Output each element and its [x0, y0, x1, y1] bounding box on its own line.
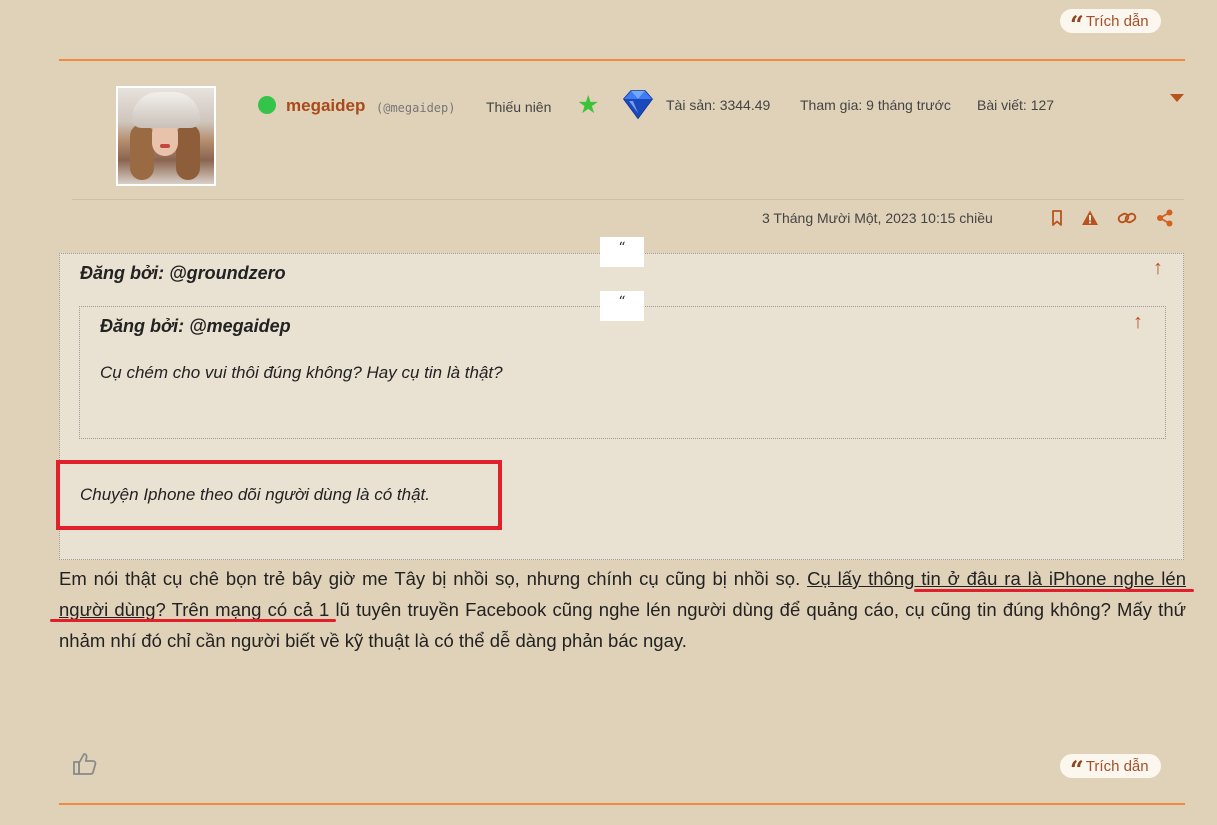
quote-icon: “ — [1070, 755, 1084, 784]
author-assets: Tài sản: 3344.49 — [666, 97, 771, 113]
author-handle: (@megaidep) — [376, 101, 456, 115]
diamond-icon — [623, 90, 653, 120]
author-username[interactable]: megaidep — [286, 96, 365, 116]
nested-quote-author: Đăng bởi: @megaidep — [100, 316, 291, 336]
like-icon[interactable] — [72, 751, 98, 777]
author-rank: Thiếu niên — [486, 99, 552, 115]
post-body-text-continued: ? Trên mạng có cả 1 lũ tuyên truyền Face… — [59, 599, 1186, 651]
link-icon[interactable] — [1117, 209, 1137, 227]
quote-button[interactable]: “ Trích dẫn — [1060, 9, 1161, 37]
post-body-text: Em nói thật cụ chê bọn trẻ bây giờ me Tâ… — [59, 568, 808, 589]
go-to-nested-quote-arrow-icon[interactable]: ↑ — [1133, 312, 1143, 332]
quote-button[interactable]: “ Trích dẫn — [1060, 754, 1161, 782]
avatar[interactable] — [116, 86, 216, 186]
author-joined: Tham gia: 9 tháng trước — [800, 97, 951, 113]
author-posts: Bài viết: 127 — [977, 97, 1055, 113]
nested-quote-mark: “ — [600, 291, 644, 321]
quote-author: Đăng bởi: @groundzero — [80, 263, 286, 283]
quote-mark: “ — [600, 237, 644, 267]
highlight-underline — [914, 589, 1194, 592]
highlight-underline — [50, 619, 336, 622]
go-to-quote-arrow-icon[interactable]: ↑ — [1153, 258, 1163, 278]
share-icon[interactable] — [1156, 209, 1174, 227]
nested-quote-text: Cụ chém cho vui thôi đúng không? Hay cụ … — [100, 363, 503, 382]
report-icon[interactable] — [1081, 209, 1099, 227]
post-separator — [59, 59, 1185, 61]
chevron-down-icon[interactable] — [1170, 94, 1184, 102]
quote-text: Chuyện Iphone theo dõi người dùng là có … — [80, 485, 430, 504]
post-separator — [59, 803, 1185, 805]
star-icon: ★ — [577, 91, 600, 119]
quote-button-label: Trích dẫn — [1085, 757, 1149, 775]
post-body: Em nói thật cụ chê bọn trẻ bây giờ me Tâ… — [59, 563, 1186, 656]
bookmark-icon[interactable] — [1048, 209, 1066, 227]
online-status-icon — [258, 96, 276, 114]
quote-button-label: Trích dẫn — [1085, 12, 1149, 30]
post-timestamp: 3 Tháng Mười Một, 2023 10:15 chiều — [762, 210, 993, 226]
header-divider — [72, 199, 1184, 200]
quote-icon: “ — [1070, 10, 1084, 39]
